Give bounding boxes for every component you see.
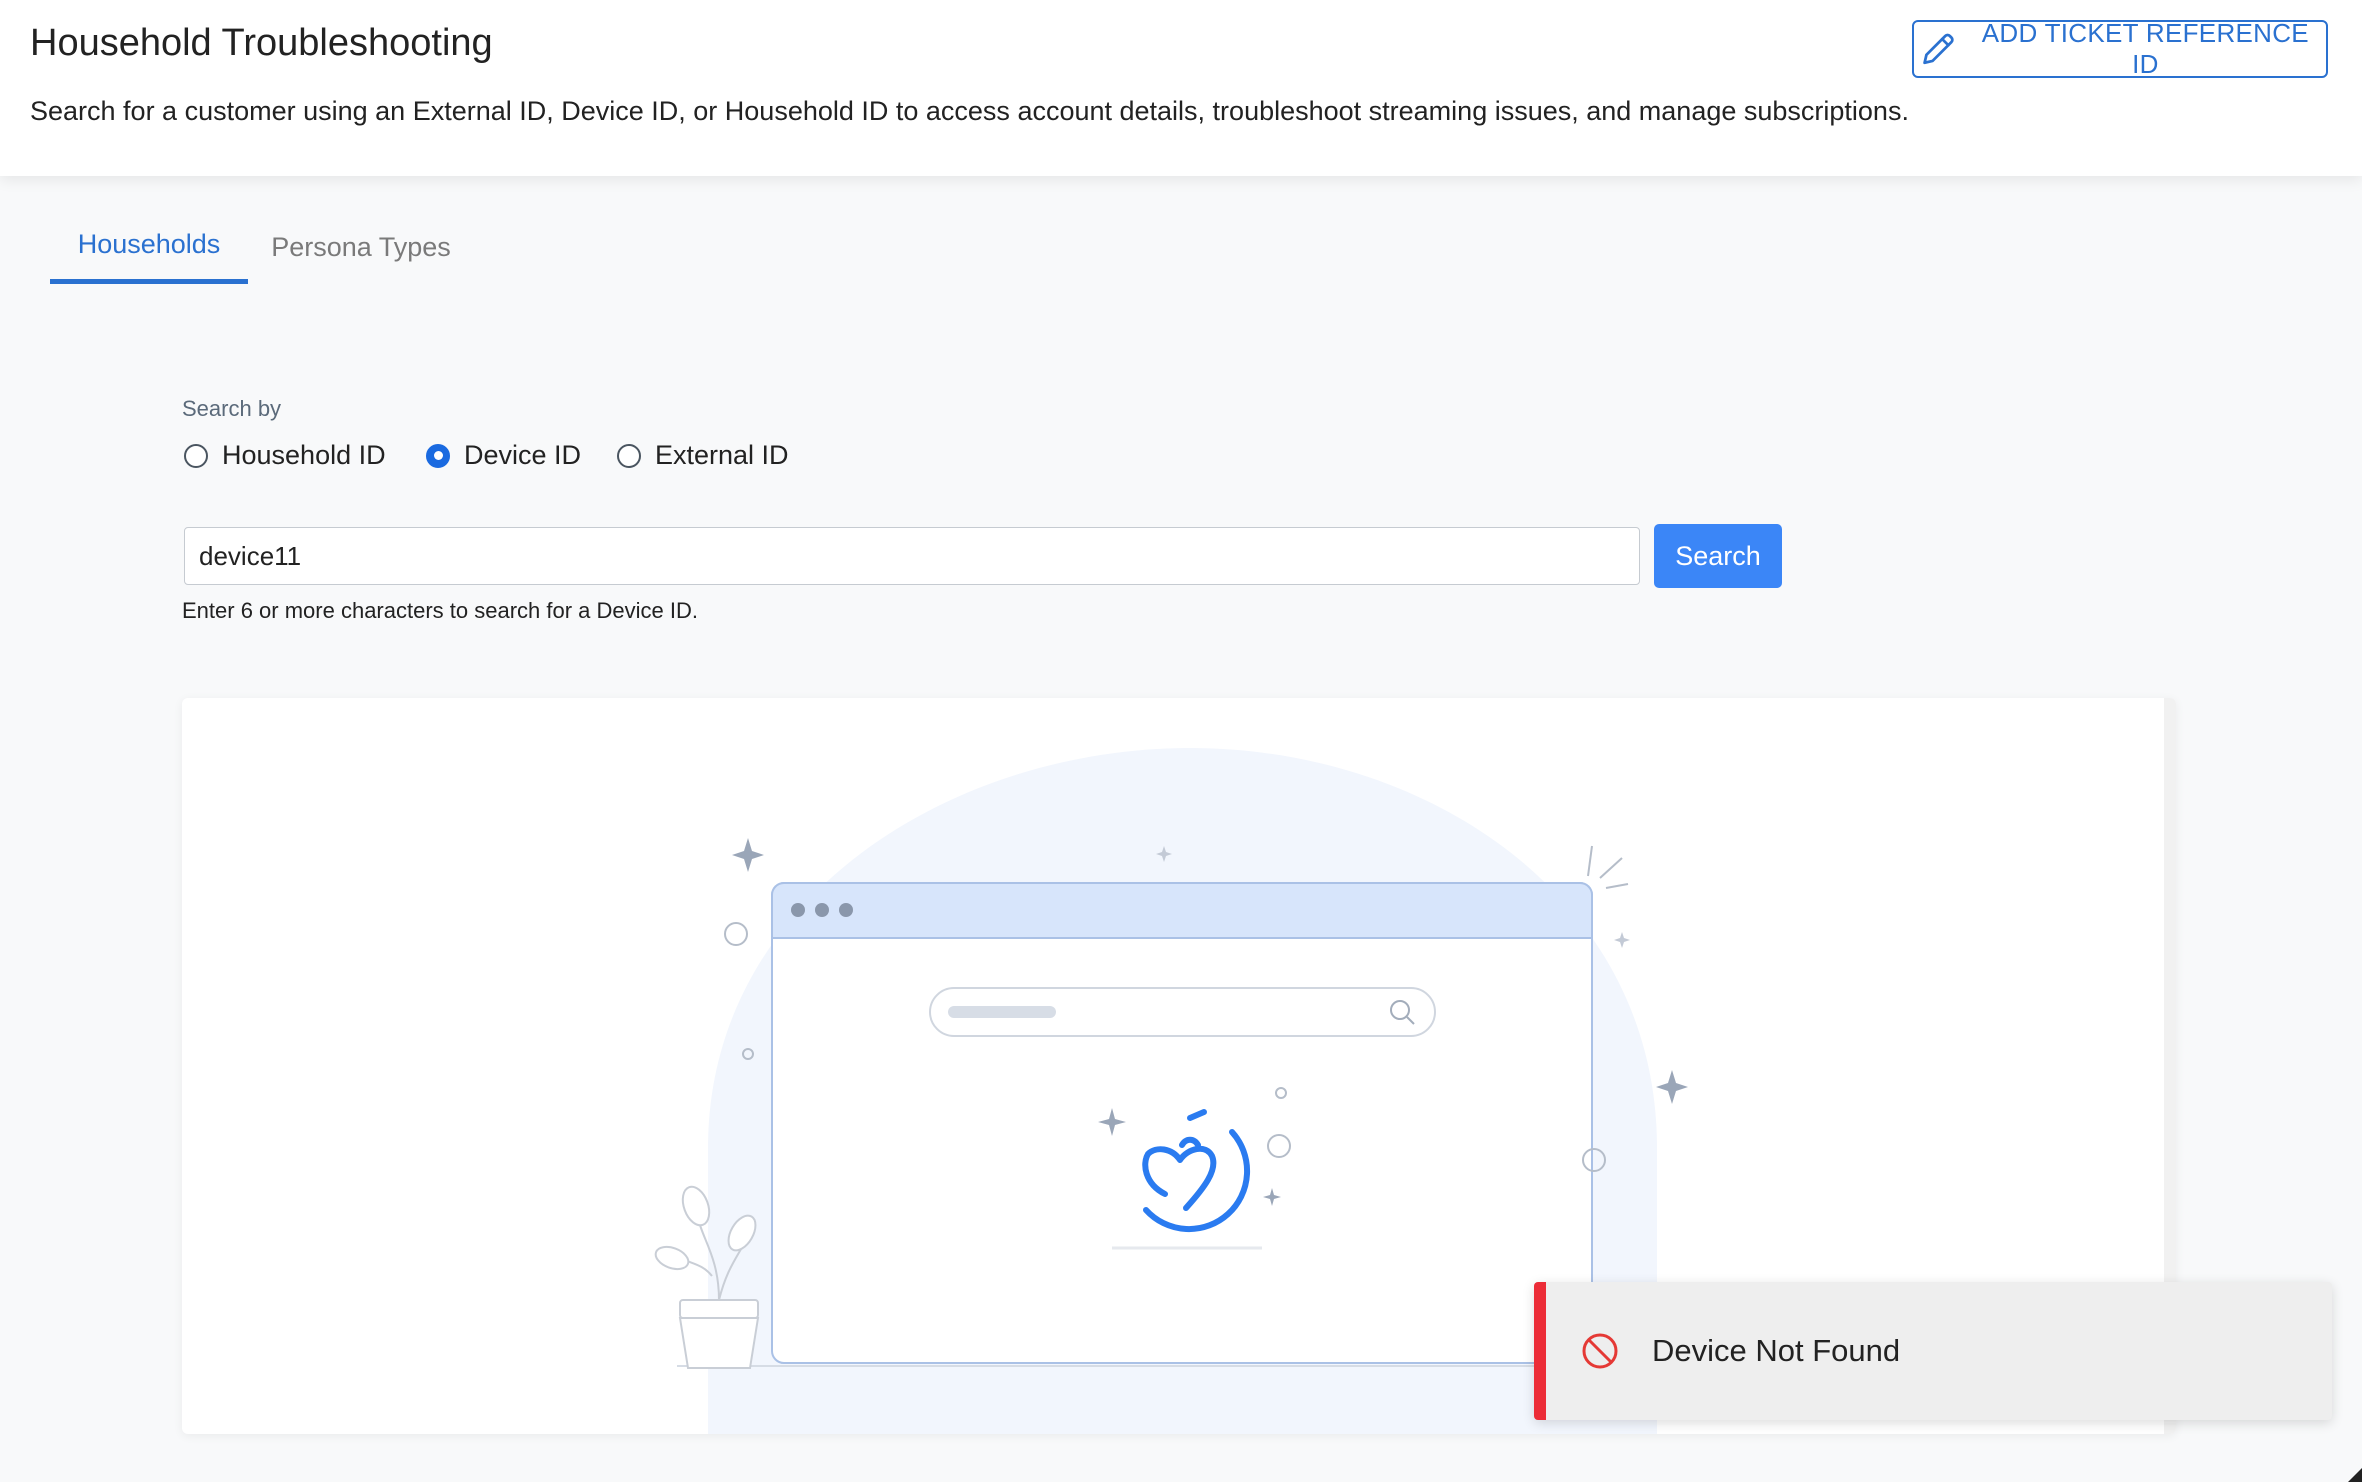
search-by-label: Search by [182,396,282,421]
radio-circle-selected[interactable] [426,443,450,468]
search-helper-text: Enter 6 or more characters to search for… [182,598,698,623]
search-input[interactable] [184,527,1640,585]
radio-device-id[interactable]: Device ID [426,440,581,471]
page-title: Household Troubleshooting [30,22,493,64]
page-header: Household Troubleshooting Search for a c… [0,0,2362,176]
pencil-icon [1923,33,1954,65]
radio-household-id[interactable]: Household ID [184,440,386,471]
prohibited-icon [1582,1333,1618,1369]
toast-message: Device Not Found [1652,1333,1901,1368]
radio-label: Device ID [464,440,582,470]
radio-label: External ID [655,440,789,470]
radio-external-id[interactable]: External ID [617,440,789,471]
search-button[interactable]: Search [1654,524,1782,588]
resize-handle[interactable] [2348,1468,2362,1482]
radio-label: Household ID [222,440,386,470]
page-description: Search for a customer using an External … [30,96,1909,126]
add-ticket-reference-label: ADD TICKET REFERENCE ID [1981,18,2309,79]
error-toast[interactable]: Device Not Found [1534,1282,2332,1420]
add-ticket-reference-button[interactable]: ADD TICKET REFERENCE ID [1912,18,2328,79]
radio-circle[interactable] [617,443,641,468]
tab-persona-types[interactable]: Persona Types [268,210,454,284]
browser-window-icon [771,882,1593,1364]
tab-households[interactable]: Households [50,210,248,284]
radio-circle[interactable] [184,443,208,468]
